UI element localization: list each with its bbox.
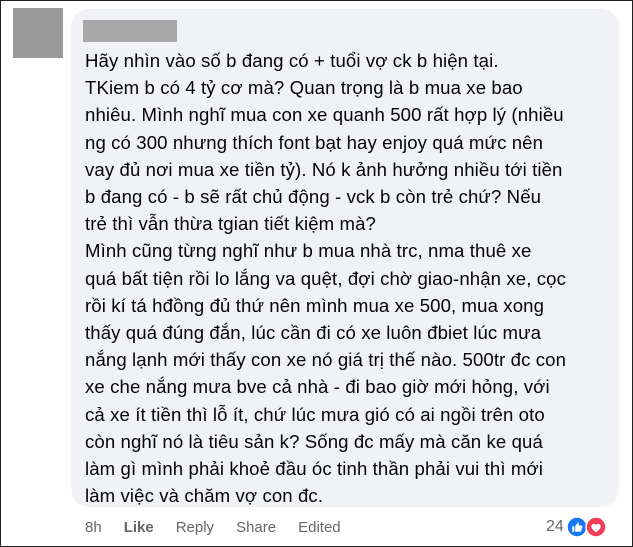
comment-line: làm gì mình phải khoẻ đầu óc tinh thần p…	[85, 458, 544, 480]
comment-line: Mình cũng từng nghĩ như b mua nhà trc, n…	[85, 240, 532, 262]
comment-line: rồi kí tá hđồng đủ thứ nên mình mua xe 5…	[85, 294, 545, 316]
timestamp-link[interactable]: 8h	[85, 519, 102, 536]
comment-line: thấy quá đúng đắn, lúc cần đi có xe luôn…	[85, 322, 542, 344]
comment-line: nhiêu. Mình nghĩ mua con xe quanh 500 rấ…	[85, 104, 564, 126]
love-reaction-icon	[585, 516, 607, 538]
comment-line: làm việc và chăm vợ con đc.	[85, 485, 324, 507]
reply-button[interactable]: Reply	[176, 519, 214, 536]
reactions-summary[interactable]: 24	[546, 515, 607, 539]
avatar[interactable]	[13, 8, 63, 58]
comment-bubble: Hãy nhìn vào số b đang có + tuổi vợ ck b…	[71, 9, 619, 507]
comment-line: trẻ thì vẫn thừa tgian tiết kiệm mà?	[85, 213, 376, 235]
comment-frame: Hãy nhìn vào số b đang có + tuổi vợ ck b…	[0, 0, 633, 547]
comment-line: nắng lạnh mới thấy con xe nó giá trị thế…	[85, 349, 567, 371]
comment-line: Hãy nhìn vào số b đang có + tuổi vợ ck b…	[85, 50, 499, 71]
comment-line: vay đủ nơi mua xe tiền tỷ). Nó k ảnh hưở…	[85, 158, 563, 180]
comment-text: Hãy nhìn vào số b đang có + tuổi vợ ck b…	[85, 47, 615, 509]
comment-line: cả xe ít tiền thì lỗ ít, chứ lúc mưa gió…	[85, 403, 545, 425]
comment-actions: 8h Like Reply Share Edited	[85, 516, 363, 538]
author-name-redacted[interactable]	[83, 20, 177, 42]
comment-line: TKiem b có 4 tỷ cơ mà? Quan trọng là b m…	[85, 77, 523, 99]
comment-line: quá bất tiện rồi lo lắng va quệt, đợi ch…	[85, 267, 566, 289]
edited-label[interactable]: Edited	[298, 519, 341, 536]
comment-line: ng có 300 nhưng thích font bạt hay enjoy…	[85, 131, 544, 153]
share-button[interactable]: Share	[236, 519, 276, 536]
comment-line: xe che nắng mưa bve cả nhà - đi bao giờ …	[85, 376, 550, 398]
reaction-count: 24	[546, 518, 564, 535]
comment-line: b đang có - b sẽ rất chủ động - vck b cò…	[85, 186, 542, 208]
like-button[interactable]: Like	[124, 519, 154, 536]
comment-line: còn nghĩ nó là tiêu sản k? Sống đc mấy m…	[85, 430, 543, 452]
